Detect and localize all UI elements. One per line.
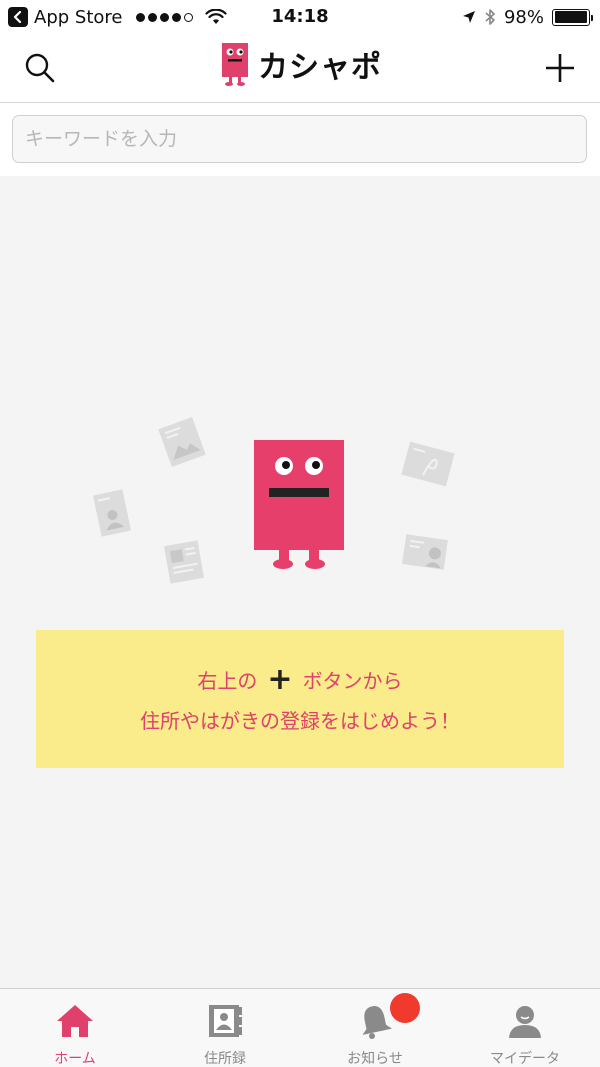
notification-badge xyxy=(390,993,420,1023)
instruction-banner: 右上の + ボタンから 住所やはがきの登録をはじめよう！ xyxy=(36,630,564,768)
battery-percent: 98% xyxy=(503,6,544,28)
search-input[interactable] xyxy=(12,115,587,163)
nav-bar: カシャポ xyxy=(0,34,600,103)
banner-suffix: ボタンから xyxy=(302,669,403,693)
tab-bar: ホーム 住所録 お知らせ マイデータ xyxy=(0,988,600,1067)
banner-prefix: 右上の xyxy=(197,669,258,693)
search-icon[interactable] xyxy=(20,48,60,88)
empty-state-illustration xyxy=(92,417,455,584)
status-right: 98% xyxy=(462,0,593,34)
tab-my-data[interactable]: マイデータ xyxy=(450,989,600,1067)
location-arrow-icon xyxy=(462,11,475,23)
search-area xyxy=(0,103,600,176)
banner-plus-symbol: + xyxy=(267,661,293,697)
banner-line-1: 右上の + ボタンから xyxy=(197,661,403,697)
tab-address-book[interactable]: 住所録 xyxy=(150,989,300,1067)
postcard-letter-icon xyxy=(401,441,455,487)
postcard-image-icon xyxy=(158,417,206,467)
back-app-label[interactable]: App Store xyxy=(34,7,122,28)
back-arrow-icon[interactable] xyxy=(8,7,28,27)
postcard-profile-icon xyxy=(402,534,448,570)
banner-line-2: 住所やはがきの登録をはじめよう！ xyxy=(140,708,460,733)
mascot-icon xyxy=(254,440,344,569)
address-book-icon xyxy=(203,1001,247,1040)
logo-text: カシャポ xyxy=(258,50,382,85)
tab-notifications[interactable]: お知らせ xyxy=(300,989,450,1067)
app-logo: カシャポ xyxy=(220,39,382,89)
tab-label-notifications: お知らせ xyxy=(347,1051,403,1067)
status-left: App Store xyxy=(8,0,228,34)
logo-mascot-icon xyxy=(222,43,248,86)
postcard-layout-icon xyxy=(163,540,205,584)
battery-fill xyxy=(554,11,587,23)
wifi-icon xyxy=(205,9,228,24)
signal-dots-icon xyxy=(136,12,194,22)
user-icon xyxy=(503,1001,547,1040)
bluetooth-icon xyxy=(485,9,495,25)
home-icon xyxy=(53,1001,97,1040)
plus-icon[interactable] xyxy=(540,48,580,88)
postcard-portrait-icon xyxy=(92,489,132,537)
tab-home[interactable]: ホーム xyxy=(0,989,150,1067)
tab-label-address-book: 住所録 xyxy=(204,1051,246,1067)
battery-icon xyxy=(552,8,593,26)
tab-label-my-data: マイデータ xyxy=(490,1051,560,1067)
status-bar: App Store 14:18 98% xyxy=(0,0,600,34)
tab-label-home: ホーム xyxy=(54,1051,96,1067)
